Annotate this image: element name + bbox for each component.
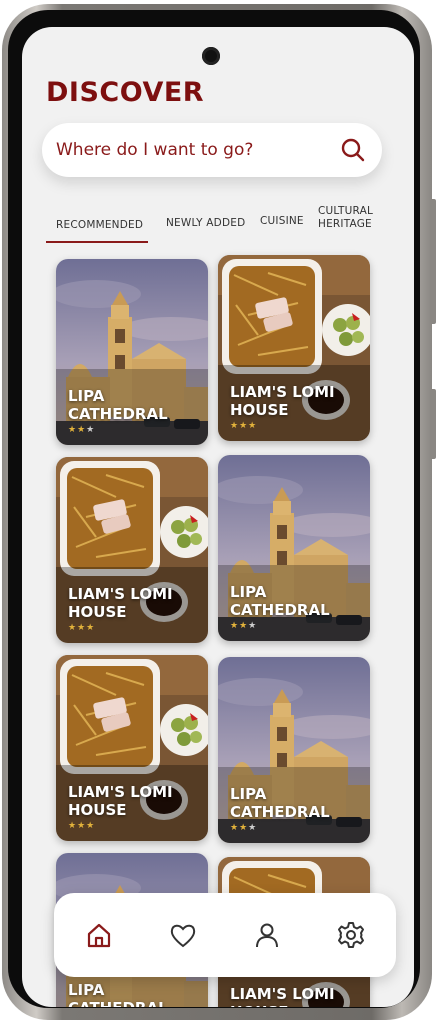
star-icon: ★	[68, 820, 78, 830]
rating-stars: ★★★	[230, 420, 257, 431]
star-icon: ★	[86, 424, 96, 434]
place-name: LIAM'S LOMI HOUSE	[68, 783, 173, 819]
gear-icon[interactable]	[336, 920, 366, 950]
tab-recommended[interactable]: RECOMMENDED	[56, 219, 143, 232]
star-icon: ★	[77, 820, 87, 830]
place-name: LIPA CATHEDRAL	[230, 785, 330, 821]
place-card[interactable]: LIPA CATHEDRAL★★★	[218, 455, 370, 641]
home-icon[interactable]	[84, 920, 114, 950]
star-icon: ★	[68, 424, 78, 434]
search-input[interactable]	[56, 136, 326, 164]
star-icon: ★	[248, 822, 258, 832]
star-icon: ★	[230, 822, 240, 832]
phone-frame: DISCOVER RECOMMENDED NEWLY ADDED CUISINE…	[2, 4, 436, 1020]
search-bar[interactable]	[42, 123, 382, 177]
front-camera	[202, 47, 220, 65]
tab-newly-added[interactable]: NEWLY ADDED	[166, 217, 245, 230]
rating-stars: ★★★	[68, 820, 95, 831]
volume-button	[430, 199, 436, 324]
place-name: LIAM'S LOMI HOUSE	[68, 585, 173, 621]
rating-stars: ★★★	[230, 620, 257, 631]
star-icon: ★	[86, 622, 96, 632]
search-icon[interactable]	[340, 137, 366, 163]
star-icon: ★	[248, 420, 258, 430]
tab-cuisine[interactable]: CUISINE	[260, 215, 304, 228]
rating-stars: ★★★	[230, 822, 257, 833]
app-screen: DISCOVER RECOMMENDED NEWLY ADDED CUISINE…	[22, 27, 414, 1007]
star-icon: ★	[230, 620, 240, 630]
place-name: LIPA CATHEDRAL	[68, 981, 168, 1007]
page-title: DISCOVER	[46, 77, 205, 108]
active-tab-indicator	[46, 241, 148, 243]
place-card[interactable]: LIAM'S LOMI HOUSE★★★	[56, 457, 208, 643]
place-name: LIAM'S LOMI HOUSE	[230, 985, 335, 1007]
rating-stars: ★★★	[68, 424, 95, 435]
star-icon: ★	[248, 620, 258, 630]
star-icon: ★	[86, 820, 96, 830]
place-card[interactable]: LIPA CATHEDRAL★★★	[218, 657, 370, 843]
user-icon[interactable]	[252, 920, 282, 950]
place-card[interactable]: LIAM'S LOMI HOUSE★★★	[218, 255, 370, 441]
star-icon: ★	[77, 424, 87, 434]
place-name: LIPA CATHEDRAL	[230, 583, 330, 619]
star-icon: ★	[230, 420, 240, 430]
place-name: LIPA CATHEDRAL	[68, 387, 168, 423]
phone-bezel: DISCOVER RECOMMENDED NEWLY ADDED CUISINE…	[8, 10, 420, 1008]
place-name: LIAM'S LOMI HOUSE	[230, 383, 335, 419]
star-icon: ★	[239, 822, 249, 832]
place-card[interactable]: LIAM'S LOMI HOUSE★★★	[56, 655, 208, 841]
bottom-navigation	[54, 893, 396, 977]
star-icon: ★	[77, 622, 87, 632]
rating-stars: ★★★	[68, 622, 95, 633]
category-tabs: RECOMMENDED NEWLY ADDED CUISINE CULTURAL…	[46, 205, 391, 245]
heart-icon[interactable]	[168, 920, 198, 950]
tab-cultural-heritage[interactable]: CULTURAL HERITAGE	[318, 205, 382, 231]
power-button	[430, 389, 436, 459]
star-icon: ★	[68, 622, 78, 632]
star-icon: ★	[239, 420, 249, 430]
star-icon: ★	[239, 620, 249, 630]
place-card[interactable]: LIPA CATHEDRAL★★★	[56, 259, 208, 445]
